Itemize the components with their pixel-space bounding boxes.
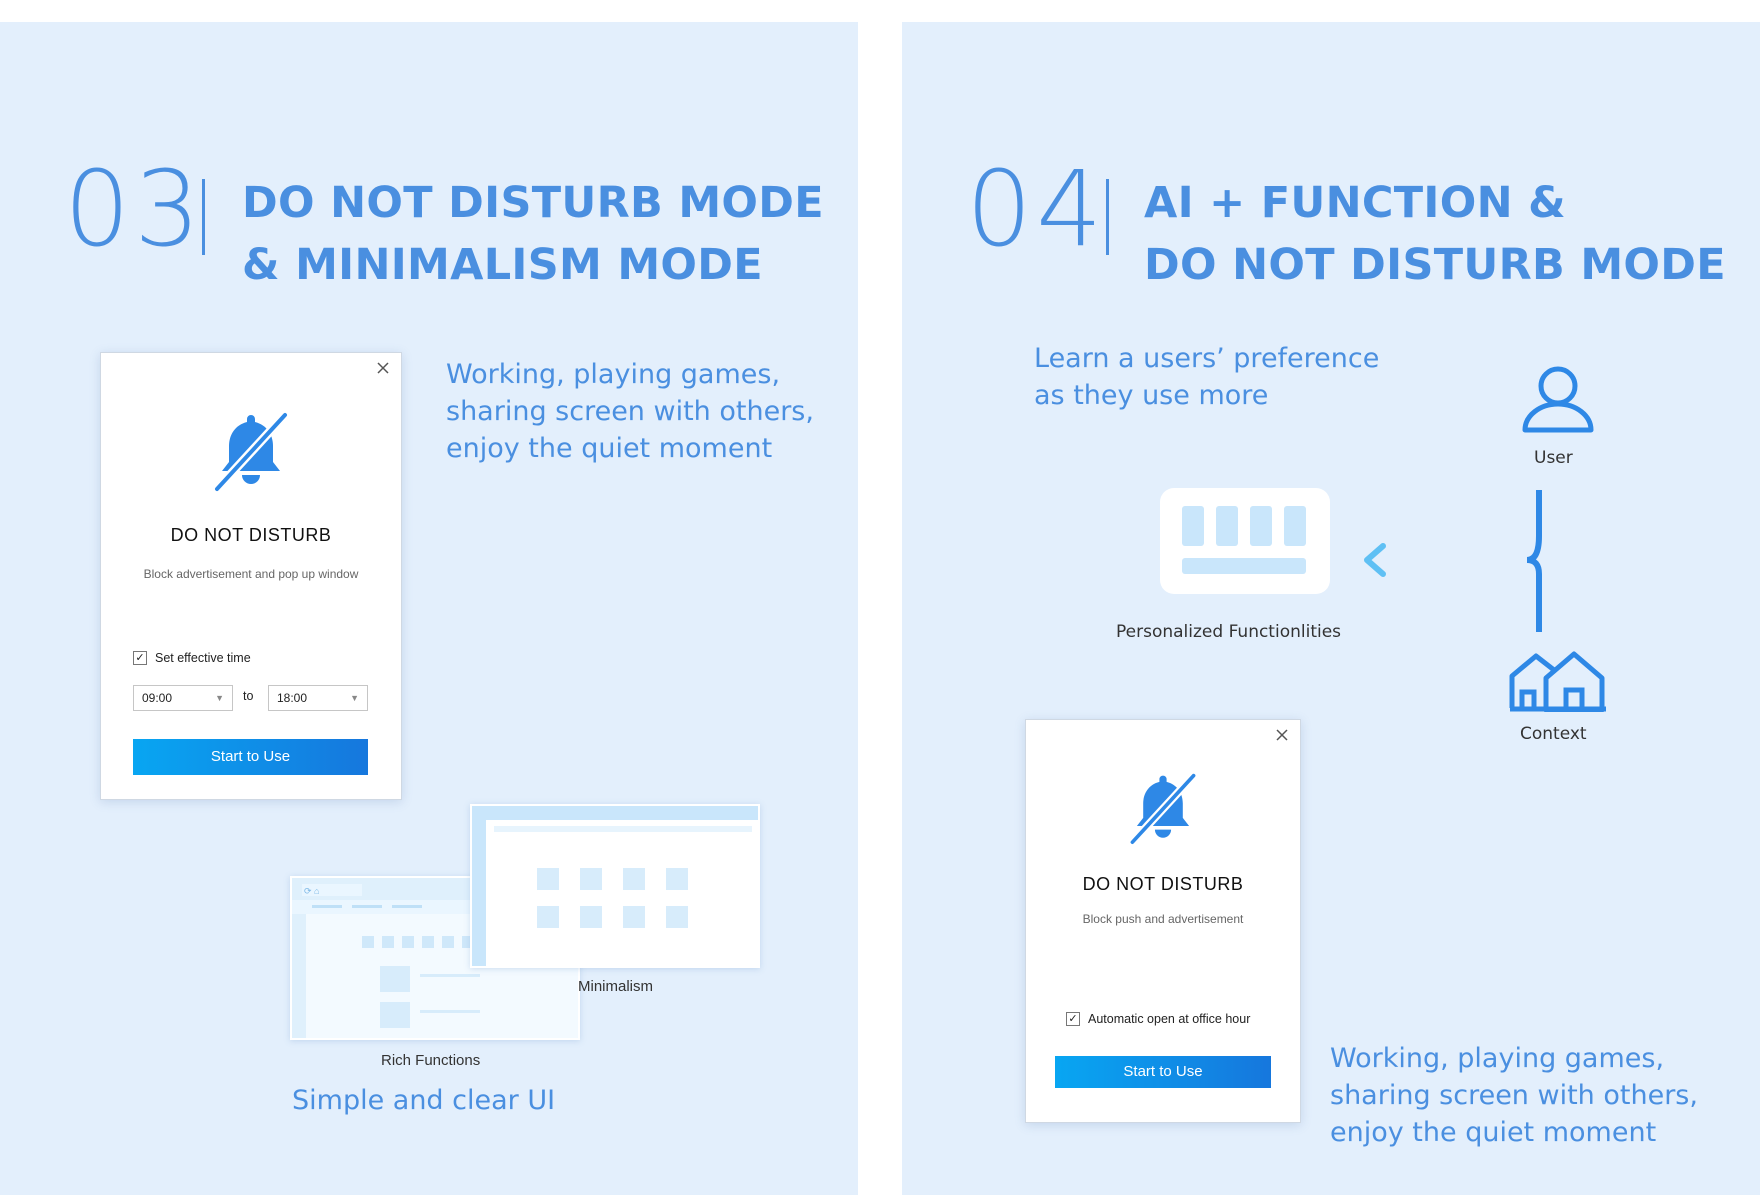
blurb-line: sharing screen with others,	[446, 396, 814, 427]
dialog-title: DO NOT DISTURB	[1082, 874, 1244, 894]
connector-arrow	[1357, 488, 1557, 643]
time-separator: to	[243, 689, 254, 703]
rich-functions-label: Rich Functions	[381, 1052, 481, 1069]
learn-line: Learn a users’ preference	[1034, 343, 1380, 374]
dialog-title: DO NOT DISTURB	[170, 525, 332, 545]
office-hour-checkbox-row[interactable]: ✓ Automatic open at office hour	[1066, 1012, 1250, 1026]
section-number: 03	[64, 148, 205, 270]
section-number: 04	[966, 148, 1107, 270]
blurb-text: Working, playing games, sharing screen w…	[1330, 1040, 1698, 1151]
section-title-line2: & MINIMALISM MODE	[242, 240, 763, 290]
from-time-value: 09:00	[142, 691, 173, 705]
panel-section-03: 03 DO NOT DISTURB MODE & MINIMALISM MODE…	[0, 22, 858, 1195]
start-to-use-button[interactable]: Start to Use	[133, 739, 368, 775]
from-time-select[interactable]: 09:00 ▼	[133, 685, 233, 711]
section-title: DO NOT DISTURB MODE & MINIMALISM MODE	[242, 172, 824, 296]
panel-section-04: 04 AI + FUNCTION & DO NOT DISTURB MODE L…	[902, 22, 1760, 1195]
context-label: Context	[1520, 724, 1587, 744]
close-icon[interactable]	[1274, 728, 1290, 744]
blurb-line: enjoy the quiet moment	[1330, 1117, 1657, 1148]
bell-slash-icon	[1127, 770, 1199, 851]
chevron-down-icon: ▼	[350, 693, 359, 703]
functions-label: Personalized Functionlities	[1116, 622, 1342, 642]
dialog-subtitle: Block advertisement and pop up window	[143, 567, 359, 581]
blurb-line: Working, playing games,	[1330, 1043, 1665, 1074]
dialog-subtitle: Block push and advertisement	[1082, 912, 1244, 926]
svg-text:⟳ ⌂: ⟳ ⌂	[304, 886, 319, 896]
section-title-line1: AI + FUNCTION &	[1144, 178, 1566, 228]
start-to-use-button[interactable]: Start to Use	[1055, 1056, 1271, 1088]
section-title-line2: DO NOT DISTURB MODE	[1144, 240, 1726, 290]
user-label: User	[1534, 448, 1573, 468]
close-icon[interactable]	[375, 361, 391, 377]
bell-slash-icon	[211, 409, 291, 498]
to-time-value: 18:00	[277, 691, 308, 705]
to-time-select[interactable]: 18:00 ▼	[268, 685, 368, 711]
dnd-dialog: DO NOT DISTURB Block advertisement and p…	[100, 352, 402, 800]
blurb-line: sharing screen with others,	[1330, 1080, 1698, 1111]
chevron-down-icon: ▼	[215, 693, 224, 703]
blurb-text: Working, playing games, sharing screen w…	[446, 356, 814, 467]
section-title: AI + FUNCTION & DO NOT DISTURB MODE	[1144, 172, 1726, 296]
dnd-dialog: DO NOT DISTURB Block push and advertisem…	[1025, 719, 1301, 1123]
houses-icon	[1508, 642, 1608, 717]
blurb-line: Working, playing games,	[446, 359, 781, 390]
title-divider	[202, 179, 205, 255]
minimalism-label: Minimalism	[578, 978, 653, 995]
functions-panel-icon	[1160, 488, 1330, 599]
minimalism-mockup	[470, 804, 760, 968]
checkbox[interactable]: ✓	[1066, 1012, 1080, 1026]
learn-line: as they use more	[1034, 380, 1269, 411]
checkbox-label: Set effective time	[155, 651, 251, 665]
footer-caption: Simple and clear UI	[292, 1085, 556, 1116]
title-divider	[1106, 179, 1109, 255]
user-icon	[1520, 364, 1596, 439]
section-title-line1: DO NOT DISTURB MODE	[242, 178, 824, 228]
checkbox-label: Automatic open at office hour	[1088, 1012, 1251, 1026]
blurb-line: enjoy the quiet moment	[446, 433, 773, 464]
learn-text: Learn a users’ preference as they use mo…	[1034, 340, 1379, 414]
checkbox[interactable]: ✓	[133, 651, 147, 665]
effective-time-checkbox-row[interactable]: ✓ Set effective time	[133, 651, 251, 665]
